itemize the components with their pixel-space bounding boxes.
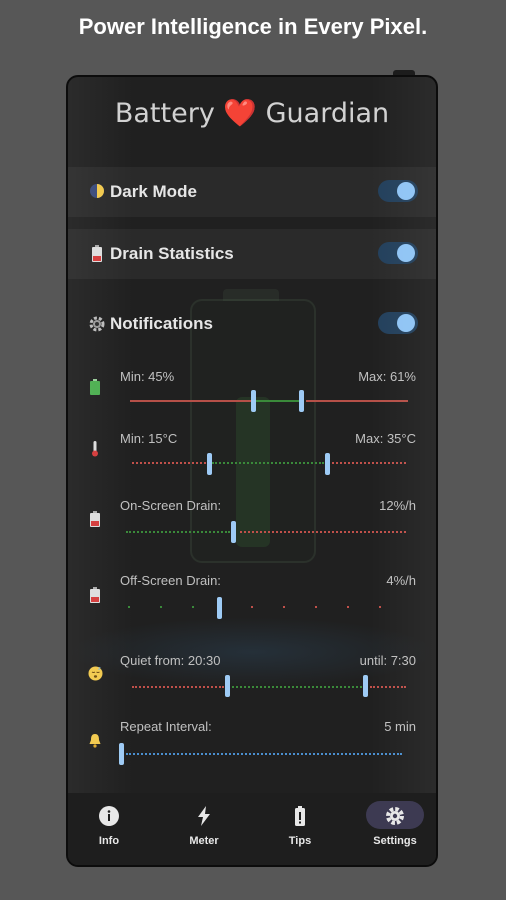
notifications-setting[interactable]: Notifications <box>88 309 418 339</box>
quiet-until-label: until: 7:30 <box>359 653 416 668</box>
quiet-track-active <box>232 686 362 690</box>
repeat-interval-track <box>126 753 402 757</box>
app-title-right: Guardian <box>265 98 390 129</box>
nav-item-settings[interactable]: Settings <box>365 801 425 847</box>
on-screen-drain-value: 12%/h <box>379 498 416 513</box>
bell-icon <box>88 733 102 751</box>
battery-min-label: Min: 45% <box>120 369 175 384</box>
half-moon-icon <box>88 183 106 201</box>
off-screen-drain-tick <box>160 606 162 608</box>
dark-mode-label: Dark Mode <box>110 182 197 201</box>
off-screen-drain-tick <box>379 606 381 608</box>
on-screen-drain-track-active <box>126 531 230 535</box>
nav-item-meter[interactable]: Meter <box>174 801 234 847</box>
off-screen-drain-tick <box>315 606 317 608</box>
notifications-toggle[interactable] <box>378 312 418 334</box>
off-screen-drain-tick <box>347 606 349 608</box>
thermometer-icon <box>88 441 102 460</box>
phone-frame: Battery ❤️ Guardian Dark Mode Drain Stat… <box>66 75 438 867</box>
quiet-from-label: Quiet from: 20:30 <box>120 653 221 668</box>
app-title-left: Battery <box>114 98 215 129</box>
off-screen-drain-tick <box>251 606 253 608</box>
toggle-knob <box>397 314 415 332</box>
off-screen-drain-value: 4%/h <box>386 573 416 588</box>
battery-low-icon <box>88 511 102 530</box>
app-screen: Battery ❤️ Guardian Dark Mode Drain Stat… <box>68 77 436 865</box>
battery-track-active <box>256 400 302 402</box>
background-glow <box>68 617 436 687</box>
off-screen-drain-tick <box>283 606 285 608</box>
background-battery-fill <box>236 397 270 547</box>
nav-item-tips[interactable]: Tips <box>270 801 330 847</box>
temperature-track-high <box>332 462 406 466</box>
battery-icon <box>88 379 102 398</box>
nav-label-tips: Tips <box>288 835 312 847</box>
off-screen-drain-tick <box>192 606 194 608</box>
temperature-min-label: Min: 15°C <box>120 431 178 446</box>
nav-label-info: Info <box>98 835 120 847</box>
quiet-from-thumb[interactable] <box>225 675 230 697</box>
temperature-max-label: Max: 35°C <box>355 431 416 446</box>
temperature-max-thumb[interactable] <box>325 453 330 475</box>
svg-text:z: z <box>98 666 101 672</box>
battery-min-thumb[interactable] <box>251 390 256 412</box>
toggle-knob <box>397 182 415 200</box>
battery-track-high <box>306 400 408 402</box>
lightning-icon <box>183 801 225 829</box>
headline: Power Intelligence in Every Pixel. <box>78 14 428 39</box>
off-screen-drain-label: Off-Screen Drain: <box>120 573 221 588</box>
notifications-label: Notifications <box>110 314 213 333</box>
toggle-knob <box>397 244 415 262</box>
quiet-until-thumb[interactable] <box>363 675 368 697</box>
temperature-track-low <box>132 462 206 466</box>
app-title: Battery ❤️ Guardian <box>68 97 436 129</box>
gear-icon <box>88 315 106 333</box>
temperature-track-active <box>212 462 324 466</box>
info-icon <box>88 801 130 829</box>
off-screen-drain-thumb[interactable] <box>217 597 222 619</box>
quiet-track-after <box>370 686 406 690</box>
repeat-interval-value: 5 min <box>384 719 416 734</box>
drain-statistics-toggle[interactable] <box>378 242 418 264</box>
drain-statistics-label: Drain Statistics <box>110 244 234 263</box>
dark-mode-setting[interactable]: Dark Mode <box>88 177 418 207</box>
nav-label-settings: Settings <box>373 835 417 847</box>
drain-statistics-setting[interactable]: Drain Statistics <box>88 239 418 269</box>
battery-low-icon <box>88 587 102 606</box>
heart-icon: ❤️ <box>223 98 258 129</box>
dark-mode-toggle[interactable] <box>378 180 418 202</box>
off-screen-drain-tick <box>128 606 130 608</box>
battery-low-icon <box>88 245 106 263</box>
battery-max-label: Max: 61% <box>358 369 416 384</box>
battery-icon <box>279 801 321 829</box>
on-screen-drain-track-rest <box>240 531 406 535</box>
temperature-min-thumb[interactable] <box>207 453 212 475</box>
repeat-interval-label: Repeat Interval: <box>120 719 212 734</box>
quiet-track-before <box>132 686 224 690</box>
nav-item-info[interactable]: Info <box>79 801 139 847</box>
gear-icon <box>366 801 424 829</box>
on-screen-drain-label: On-Screen Drain: <box>120 498 222 513</box>
battery-max-thumb[interactable] <box>299 390 304 412</box>
bottom-navigation: Info Meter Tips Settings <box>68 793 436 865</box>
nav-label-meter: Meter <box>189 835 219 847</box>
battery-track-low <box>130 400 252 402</box>
sleeping-face-icon: z <box>88 666 103 684</box>
repeat-interval-thumb[interactable] <box>119 743 124 765</box>
on-screen-drain-thumb[interactable] <box>231 521 236 543</box>
